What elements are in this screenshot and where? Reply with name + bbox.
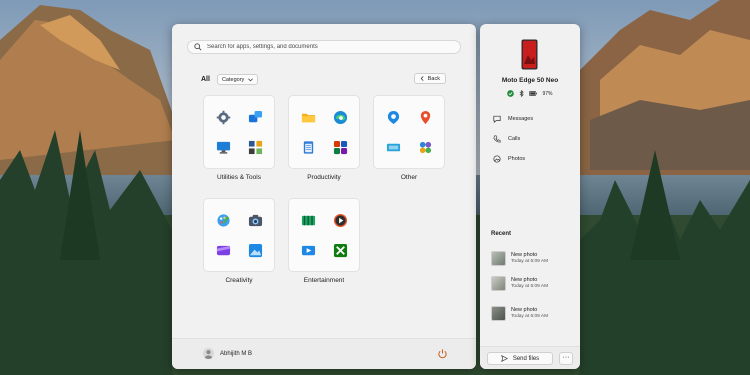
- file-explorer-app-icon[interactable]: [301, 110, 316, 125]
- photo-thumbnail: [491, 306, 506, 321]
- folder-entertainment[interactable]: Entertainment: [288, 198, 360, 284]
- clipchamp-app-icon[interactable]: [216, 243, 231, 258]
- power-icon: [438, 349, 447, 359]
- folder-productivity[interactable]: Productivity: [288, 95, 360, 181]
- nav-photos[interactable]: Photos: [493, 155, 525, 163]
- chevron-left-icon: [420, 76, 424, 81]
- folder-tile[interactable]: [373, 95, 445, 169]
- chevron-down-icon: [248, 77, 254, 81]
- nav-label: Messages: [508, 116, 534, 122]
- more-options-button[interactable]: ···: [559, 352, 573, 365]
- recent-time: Today at 6:09 AM: [511, 314, 549, 319]
- recent-item[interactable]: New photo Today at 6:09 AM: [491, 251, 548, 266]
- battery-icon: [529, 91, 538, 96]
- back-button[interactable]: Back: [413, 73, 446, 84]
- filter-bar: All Category: [201, 74, 259, 85]
- nav-messages[interactable]: Messages: [493, 115, 533, 123]
- folder-label: Other: [400, 174, 418, 181]
- avatar: [203, 348, 214, 359]
- remote-desktop-app-icon[interactable]: [216, 140, 231, 155]
- recent-title: New photo: [511, 277, 538, 283]
- send-files-label: Send files: [512, 355, 540, 362]
- start-menu: All Category Back Utilities & Tools: [172, 24, 476, 369]
- all-apps-label: All: [201, 76, 210, 83]
- user-name: Abhijith M B: [220, 350, 253, 357]
- send-icon: [500, 355, 508, 362]
- photo-thumbnail: [491, 251, 506, 266]
- folder-tile[interactable]: [203, 198, 275, 272]
- edge-app-icon[interactable]: [333, 110, 348, 125]
- recent-item[interactable]: New photo Today at 6:09 AM: [491, 276, 548, 291]
- media-player-app-icon[interactable]: [333, 213, 348, 228]
- search-input[interactable]: [207, 44, 447, 50]
- family-app-icon[interactable]: [418, 140, 433, 155]
- folder-utilities-tools[interactable]: Utilities & Tools: [203, 95, 275, 181]
- phone-device-image: [521, 39, 538, 70]
- device-status: 97%: [480, 90, 580, 97]
- photos-icon: [493, 155, 501, 163]
- recent-title: New photo: [511, 252, 538, 258]
- folder-label: Productivity: [307, 174, 341, 181]
- get-help-app-icon[interactable]: [386, 110, 401, 125]
- notepad-app-icon[interactable]: [301, 140, 316, 155]
- folder-creativity[interactable]: Creativity: [203, 198, 275, 284]
- search-icon: [194, 43, 202, 51]
- folder-other[interactable]: Other: [373, 95, 445, 181]
- folder-tile[interactable]: [288, 198, 360, 272]
- task-manager-app-icon[interactable]: [248, 140, 263, 155]
- connected-check-icon: [507, 90, 515, 97]
- start-footer: Abhijith M B: [172, 338, 476, 369]
- folder-label: Entertainment: [303, 277, 345, 284]
- user-account-button[interactable]: Abhijith M B: [203, 348, 252, 359]
- folder-tile[interactable]: [288, 95, 360, 169]
- nav-calls[interactable]: Calls: [493, 135, 520, 143]
- mobile-devices-app-icon[interactable]: [386, 140, 401, 155]
- photos-app-icon[interactable]: [248, 243, 263, 258]
- paint-app-icon[interactable]: [216, 213, 231, 228]
- phone-link-app-icon[interactable]: [248, 110, 263, 125]
- phone-footer: Send files ···: [480, 346, 580, 369]
- back-label: Back: [427, 75, 440, 82]
- camera-app-icon[interactable]: [248, 213, 263, 228]
- nav-label: Photos: [508, 156, 526, 162]
- folder-label: Creativity: [225, 277, 253, 284]
- maps-app-icon[interactable]: [418, 110, 433, 125]
- xbox-app-icon[interactable]: [333, 243, 348, 258]
- recent-item[interactable]: New photo Today at 6:09 AM: [491, 306, 548, 321]
- category-label: Category: [221, 76, 245, 83]
- movies-tv-app-icon[interactable]: [301, 213, 316, 228]
- device-name: Moto Edge 50 Neo: [501, 77, 559, 84]
- category-dropdown[interactable]: Category: [216, 74, 259, 85]
- recent-time: Today at 6:09 AM: [511, 284, 549, 289]
- search-box[interactable]: [187, 40, 461, 54]
- settings-app-icon[interactable]: [216, 110, 231, 125]
- recent-heading: Recent: [491, 231, 512, 237]
- nav-label: Calls: [508, 136, 521, 142]
- battery-level: 97%: [542, 90, 553, 97]
- messages-icon: [493, 115, 501, 123]
- folder-label: Utilities & Tools: [217, 174, 261, 181]
- office-app-icon[interactable]: [333, 140, 348, 155]
- bluetooth-icon: [520, 90, 525, 97]
- photo-thumbnail: [491, 276, 506, 291]
- recent-time: Today at 6:09 AM: [511, 259, 549, 264]
- video-editor-app-icon[interactable]: [301, 243, 316, 258]
- calls-icon: [493, 135, 501, 143]
- phone-link-panel: Moto Edge 50 Neo 97% Messages Calls Phot…: [480, 24, 580, 369]
- power-button[interactable]: [437, 348, 448, 359]
- send-files-button[interactable]: Send files: [487, 352, 553, 365]
- folder-tile[interactable]: [203, 95, 275, 169]
- recent-title: New photo: [511, 307, 538, 313]
